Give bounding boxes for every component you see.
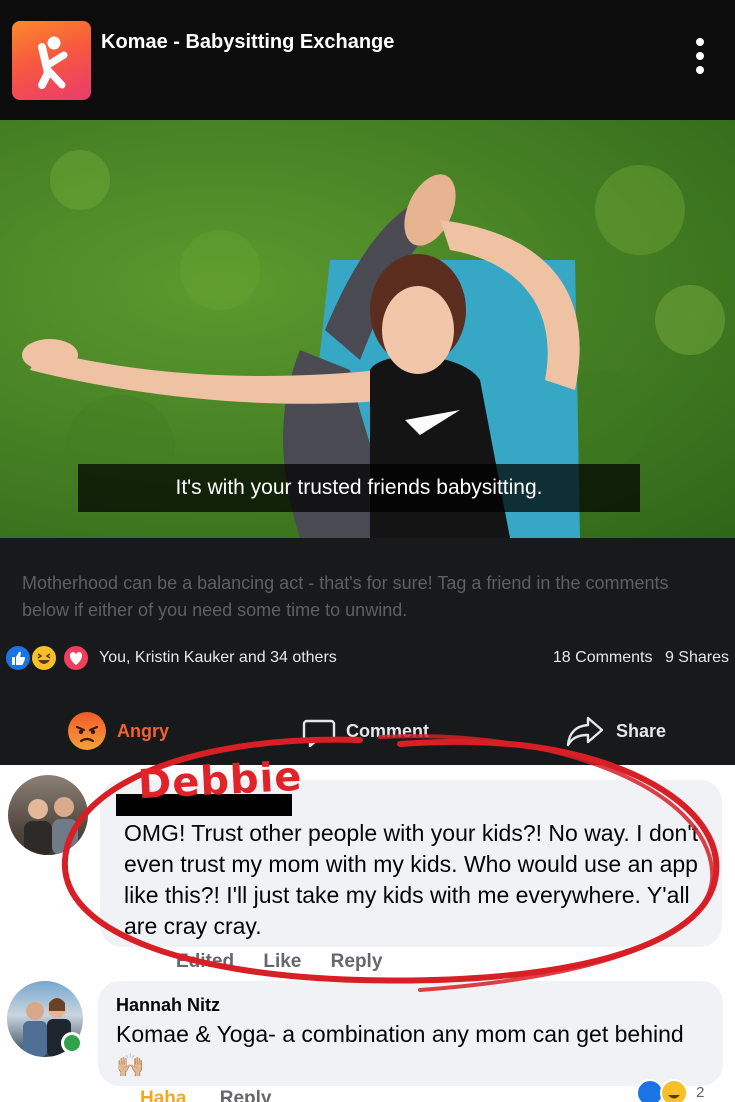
app-header: Komae - Babysitting Exchange [0,0,735,120]
reactions-summary[interactable]: You, Kristin Kauker and 34 others [99,649,337,667]
angry-face-icon [68,712,106,750]
share-button[interactable]: Share [566,706,666,756]
reply-link[interactable]: Reply [331,951,383,972]
angry-label: Angry [117,720,170,741]
like-reaction-icon [4,644,32,672]
comment-button[interactable]: Comment [302,706,429,756]
comment-author[interactable]: Hannah Nitz [116,995,220,1016]
love-reaction-icon [62,644,90,672]
page-title[interactable]: Komae - Babysitting Exchange [101,31,394,54]
share-label: Share [616,720,667,741]
comments-section: OMG! Trust other people with your kids?!… [0,765,735,1102]
comment-label: Comment [346,720,430,741]
share-icon [566,716,604,747]
post-body: Motherhood can be a balancing act - that… [0,538,735,765]
edited-label[interactable]: Edited [176,951,234,972]
online-status-badge [61,1032,83,1054]
post-video[interactable]: It's with your trusted friends babysitti… [0,120,735,538]
post-text: Motherhood can be a balancing act - that… [22,573,669,620]
haha-link[interactable]: Haha [140,1088,186,1102]
reaction-icons[interactable] [4,644,94,672]
comment-text: Komae & Yoga- a combination any mom can … [116,1021,684,1078]
haha-reaction-icon [30,644,58,672]
angry-reaction-button[interactable]: Angry [68,706,169,756]
comment-meta: Haha Reply [140,1088,272,1102]
post-action-bar: Angry Comment Share [0,706,735,756]
shares-count[interactable]: 9 Shares [665,649,729,666]
comment-bubble[interactable]: Hannah Nitz Komae & Yoga- a combination … [98,981,723,1086]
more-vertical-icon[interactable] [688,36,712,76]
comment-reaction-summary[interactable]: 2 [636,1079,705,1102]
avatar[interactable] [8,775,88,855]
like-haha-icon [636,1079,688,1102]
post-counts: 18 Comments 9 Shares [545,649,729,667]
comment-reaction-count: 2 [696,1083,705,1101]
reply-link[interactable]: Reply [220,1088,272,1102]
comment-text: OMG! Trust other people with your kids?!… [124,820,699,939]
annotation-name-label: Debbie [136,753,304,809]
video-caption: It's with your trusted friends babysitti… [78,464,640,512]
komae-logo-icon[interactable] [12,21,91,100]
comment-meta: Edited Like Reply [176,951,406,973]
like-link[interactable]: Like [263,951,301,972]
comment-icon [302,719,336,748]
comments-count[interactable]: 18 Comments [553,649,653,666]
